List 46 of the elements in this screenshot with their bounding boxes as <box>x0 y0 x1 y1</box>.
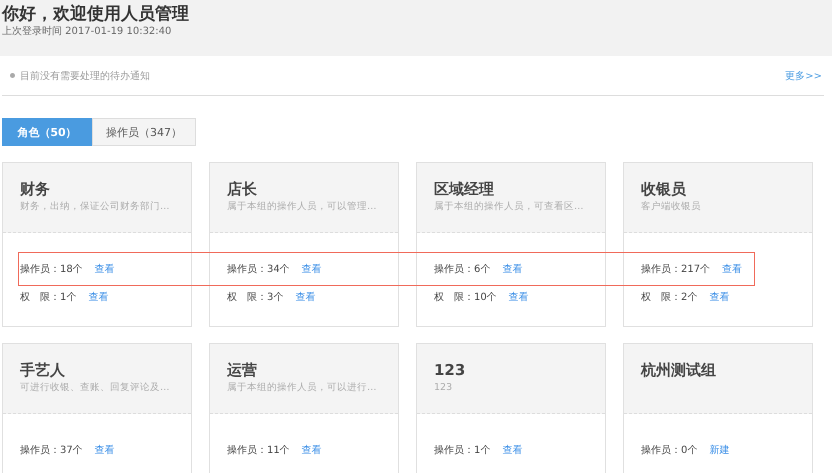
role-title: 店长 <box>227 179 258 199</box>
count-text: 操作员：217个 <box>641 263 710 276</box>
bullet-icon <box>10 73 15 78</box>
count-text: 操作员：11个 <box>227 444 290 457</box>
role-title: 收银员 <box>641 179 687 199</box>
view-link[interactable]: 查看 <box>295 290 316 304</box>
view-link[interactable]: 查看 <box>88 290 108 304</box>
view-link[interactable]: 查看 <box>94 443 115 457</box>
role-title: 杭州测试组 <box>641 360 717 380</box>
count-text: 操作员：37个 <box>20 444 83 457</box>
role-description: 属于本组的操作人员，可以进行… <box>227 381 378 395</box>
role-description: 123 <box>434 381 454 395</box>
page-title: 你好，欢迎使用人员管理 <box>2 3 190 25</box>
role-description: 属于本组的操作人员，可以管理… <box>227 200 378 214</box>
count-text: 权 限：1个 <box>20 290 76 304</box>
count-text: 权 限：10个 <box>434 290 497 304</box>
count-text: 操作员：0个 <box>641 444 698 457</box>
role-title: 财务 <box>20 179 51 199</box>
count-text: 操作员：1个 <box>434 444 490 457</box>
view-link[interactable]: 查看 <box>302 262 322 276</box>
tab[interactable]: 角色（50） <box>2 118 92 146</box>
view-link[interactable]: 查看 <box>709 290 730 304</box>
view-link[interactable]: 查看 <box>502 443 522 457</box>
count-text: 操作员：6个 <box>434 263 490 276</box>
role-description: 客户端收银员 <box>641 200 702 214</box>
role-description: 财务，出纳，保证公司财务部门… <box>20 200 170 214</box>
role-title: 运营 <box>227 360 258 380</box>
count-text: 操作员：34个 <box>227 263 290 276</box>
role-title: 手艺人 <box>20 360 66 380</box>
view-link[interactable]: 查看 <box>302 443 322 457</box>
view-link[interactable]: 查看 <box>502 262 522 276</box>
more-link[interactable]: 更多>> <box>785 68 822 82</box>
view-link[interactable]: 查看 <box>722 262 742 276</box>
role-title: 区域经理 <box>434 179 495 199</box>
tab[interactable]: 操作员（347） <box>92 118 196 146</box>
view-link[interactable]: 查看 <box>508 290 529 304</box>
count-text: 权 限：3个 <box>227 290 284 304</box>
notice-text: 目前没有需要处理的待办通知 <box>20 70 151 82</box>
count-text: 权 限：2个 <box>641 290 698 304</box>
view-link[interactable]: 查看 <box>94 262 115 276</box>
role-title: 123 <box>434 360 466 380</box>
role-description: 属于本组的操作人员，可查看区… <box>434 200 584 214</box>
role-description: 可进行收银、查账、回复评论及… <box>20 381 170 395</box>
view-link[interactable]: 新建 <box>709 443 730 457</box>
count-text: 操作员：18个 <box>20 263 83 276</box>
last-login-text: 上次登录时间 2017-01-19 10:32:40 <box>2 25 172 39</box>
